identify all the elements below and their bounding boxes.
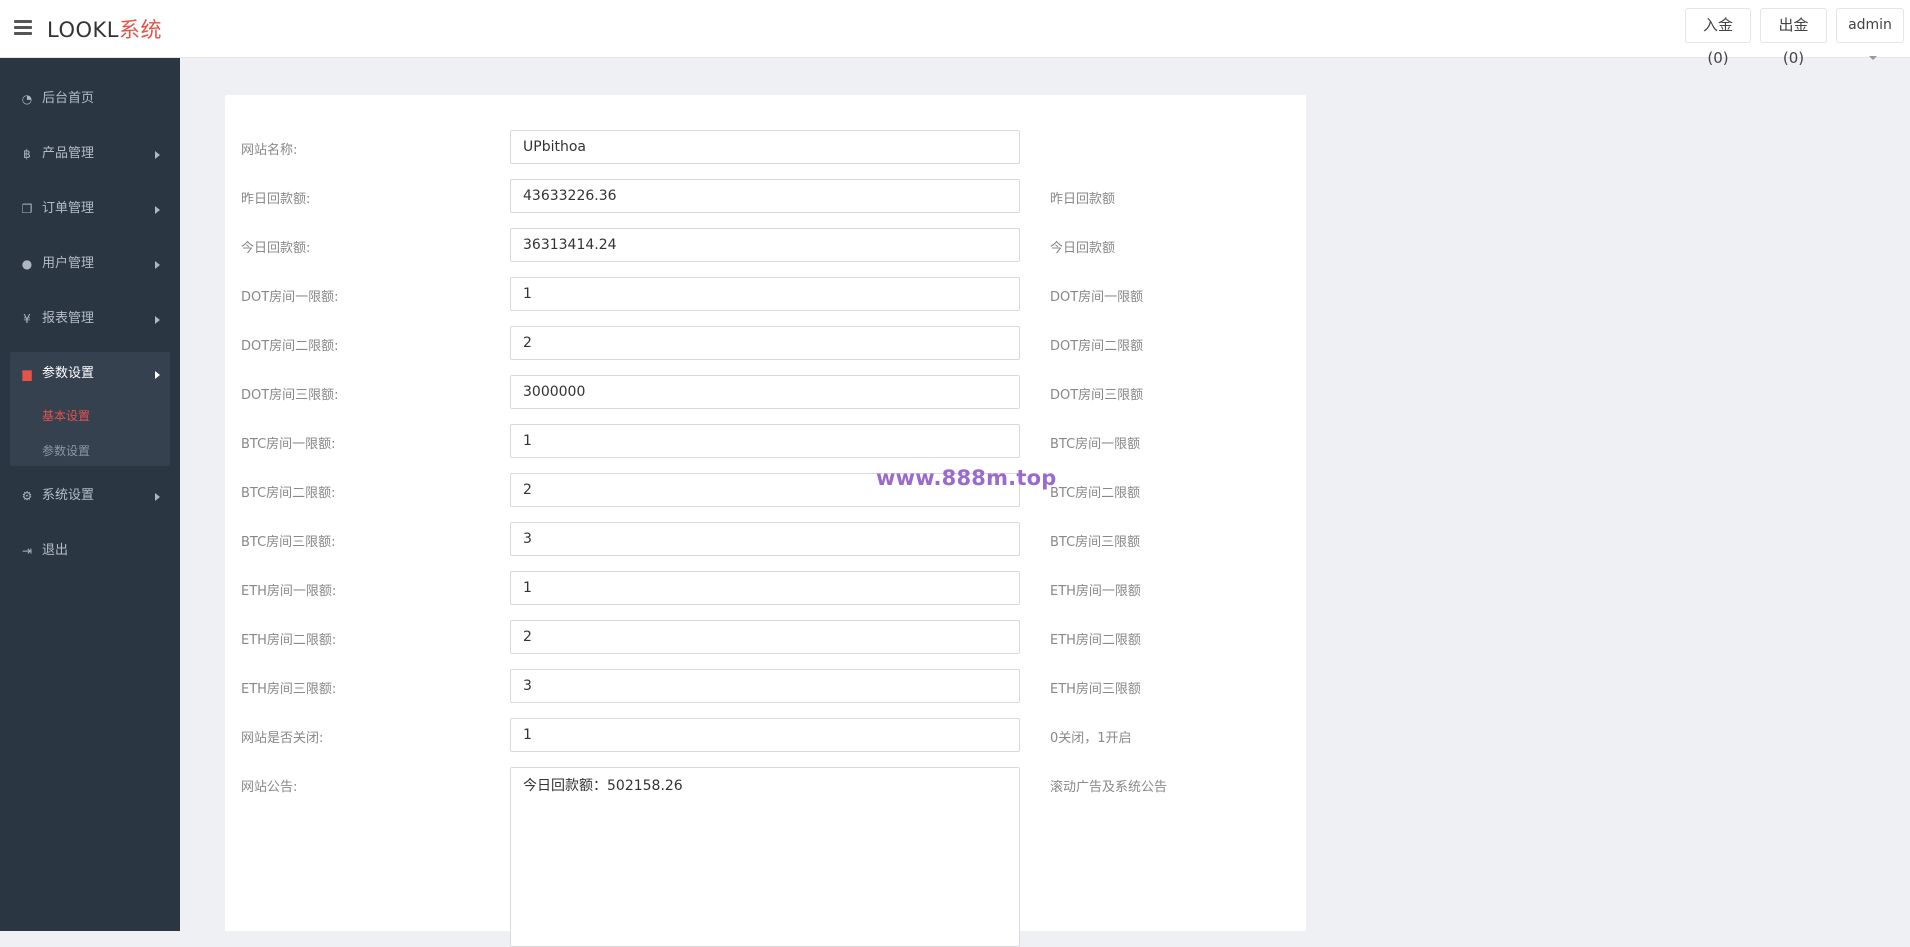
field-label: ETH房间二限额: bbox=[241, 633, 337, 648]
sidebar-item-orders[interactable]: ❐ 订单管理 bbox=[0, 183, 180, 238]
sidebar-item-system[interactable]: ⚙ 系统设置 bbox=[0, 470, 180, 525]
form-row-eth-room-2: ETH房间二限额: ETH房间二限额 bbox=[225, 620, 1306, 655]
user-icon: ● bbox=[21, 257, 33, 271]
sidebar-item-logout[interactable]: ⇥ 退出 bbox=[0, 525, 180, 580]
field-label: 今日回款额: bbox=[241, 241, 311, 256]
yesterday-payback-input[interactable] bbox=[510, 179, 1020, 213]
bitcoin-icon: ฿ bbox=[23, 147, 31, 161]
form-row-eth-room-1: ETH房间一限额: ETH房间一限额 bbox=[225, 571, 1306, 606]
site-notice-textarea[interactable]: 今日回款额：502158.26 bbox=[510, 767, 1020, 947]
btc-room-3-limit-input[interactable] bbox=[510, 522, 1020, 556]
sign-out-icon: ⇥ bbox=[21, 544, 33, 558]
dashboard-icon: ◔ bbox=[21, 92, 33, 106]
yen-icon: ¥ bbox=[23, 312, 31, 326]
top-bar: LOOKL系统 入金(0) 出金(0) admin bbox=[0, 0, 1910, 67]
deposit-button[interactable]: 入金(0) bbox=[1685, 8, 1751, 67]
sidebar-item-label: 产品管理 bbox=[42, 146, 95, 161]
field-hint: 滚动广告及系统公告 bbox=[1050, 780, 1168, 795]
field-label: 网站公告: bbox=[241, 780, 298, 795]
logo-accent-text: 系统 bbox=[118, 18, 162, 42]
eth-room-1-limit-input[interactable] bbox=[510, 571, 1020, 605]
eth-room-2-limit-input[interactable] bbox=[510, 620, 1020, 654]
chevron-right-icon bbox=[155, 371, 160, 379]
site-closed-input[interactable] bbox=[510, 718, 1020, 752]
form-row-site-name: 网站名称: bbox=[225, 130, 1306, 165]
field-hint: BTC房间一限额 bbox=[1050, 437, 1141, 452]
form-row-dot-room-1: DOT房间一限额: DOT房间一限额 bbox=[225, 277, 1306, 312]
files-icon: ▆ bbox=[22, 367, 32, 381]
settings-panel: 网站名称: 昨日回款额: 昨日回款额 今日回款额: 今日回款额 DOT房间一限额… bbox=[225, 95, 1306, 947]
watermark-text: www.888m.top bbox=[876, 466, 1057, 490]
chevron-right-icon bbox=[155, 493, 160, 501]
sidebar-item-label: 退出 bbox=[42, 543, 69, 558]
chevron-right-icon bbox=[155, 151, 160, 159]
sidebar-item-label: 系统设置 bbox=[42, 488, 95, 503]
sidebar-item-label: 参数设置 bbox=[42, 366, 95, 381]
chevron-right-icon bbox=[155, 316, 160, 324]
field-hint: DOT房间一限额 bbox=[1050, 290, 1144, 305]
app-logo: LOOKL系统 bbox=[47, 14, 162, 44]
form-row-dot-room-2: DOT房间二限额: DOT房间二限额 bbox=[225, 326, 1306, 361]
field-hint: 今日回款额 bbox=[1050, 241, 1116, 256]
sidebar-item-reports[interactable]: ¥ 报表管理 bbox=[0, 293, 180, 348]
dot-room-3-limit-input[interactable] bbox=[510, 375, 1020, 409]
form-row-btc-room-3: BTC房间三限额: BTC房间三限额 bbox=[225, 522, 1306, 557]
copy-icon: ❐ bbox=[21, 202, 33, 216]
field-label: DOT房间三限额: bbox=[241, 388, 339, 403]
sidebar-item-label: 订单管理 bbox=[42, 201, 95, 216]
field-label: BTC房间三限额: bbox=[241, 535, 336, 550]
field-hint: DOT房间三限额 bbox=[1050, 388, 1144, 403]
field-label: DOT房间二限额: bbox=[241, 339, 339, 354]
field-label: 网站是否关闭: bbox=[241, 731, 324, 746]
dot-room-2-limit-input[interactable] bbox=[510, 326, 1020, 360]
field-hint: 昨日回款额 bbox=[1050, 192, 1116, 207]
dot-room-1-limit-input[interactable] bbox=[510, 277, 1020, 311]
today-payback-input[interactable] bbox=[510, 228, 1020, 262]
field-label: ETH房间三限额: bbox=[241, 682, 337, 697]
form-row-btc-room-1: BTC房间一限额: BTC房间一限额 bbox=[225, 424, 1306, 459]
form-row-eth-room-3: ETH房间三限额: ETH房间三限额 bbox=[225, 669, 1306, 704]
field-hint: ETH房间一限额 bbox=[1050, 584, 1141, 599]
field-label: DOT房间一限额: bbox=[241, 290, 339, 305]
chevron-right-icon bbox=[155, 261, 160, 269]
field-hint: 0关闭，1开启 bbox=[1050, 731, 1132, 746]
chevron-down-icon bbox=[1868, 56, 1877, 60]
sidebar-item-users[interactable]: ● 用户管理 bbox=[0, 238, 180, 293]
user-name: admin bbox=[1848, 17, 1892, 33]
form-row-site-closed: 网站是否关闭: 0关闭，1开启 bbox=[225, 718, 1306, 753]
form-row-site-notice: 网站公告: 今日回款额：502158.26 滚动广告及系统公告 bbox=[225, 767, 1306, 947]
menu-toggle-icon[interactable] bbox=[14, 20, 32, 36]
form-row-btc-room-2: BTC房间二限额: BTC房间二限额 bbox=[225, 473, 1306, 508]
user-menu-button[interactable]: admin bbox=[1836, 8, 1904, 60]
field-hint: BTC房间三限额 bbox=[1050, 535, 1141, 550]
sidebar-item-products[interactable]: ฿ 产品管理 bbox=[0, 128, 180, 183]
form-row-today-payback: 今日回款额: 今日回款额 bbox=[225, 228, 1306, 263]
field-label: BTC房间一限额: bbox=[241, 437, 336, 452]
field-label: 网站名称: bbox=[241, 143, 298, 158]
sidebar-item-label: 后台首页 bbox=[42, 91, 95, 106]
field-hint: ETH房间三限额 bbox=[1050, 682, 1141, 697]
field-hint: BTC房间二限额 bbox=[1050, 486, 1141, 501]
logo-main-text: LOOKL bbox=[47, 18, 119, 42]
sidebar-item-label: 报表管理 bbox=[42, 311, 95, 326]
eth-room-3-limit-input[interactable] bbox=[510, 669, 1020, 703]
field-hint: DOT房间二限额 bbox=[1050, 339, 1144, 354]
chevron-right-icon bbox=[155, 206, 160, 214]
sub-item-param-settings[interactable]: 参数设置 bbox=[42, 442, 90, 459]
withdraw-button[interactable]: 出金(0) bbox=[1760, 8, 1827, 67]
form-row-yesterday-payback: 昨日回款额: 昨日回款额 bbox=[225, 179, 1306, 214]
btc-room-1-limit-input[interactable] bbox=[510, 424, 1020, 458]
sub-item-basic-settings[interactable]: 基本设置 bbox=[42, 407, 90, 424]
field-hint: ETH房间二限额 bbox=[1050, 633, 1141, 648]
sidebar-item-label: 用户管理 bbox=[42, 256, 95, 271]
field-label: ETH房间一限额: bbox=[241, 584, 337, 599]
sidebar-item-params[interactable]: ▆ 参数设置 bbox=[0, 348, 180, 403]
gears-icon: ⚙ bbox=[21, 489, 33, 503]
field-label: BTC房间二限额: bbox=[241, 486, 336, 501]
site-name-input[interactable] bbox=[510, 130, 1020, 164]
sidebar: ◔ 后台首页 ฿ 产品管理 ❐ 订单管理 ● 用户管理 ¥ 报表管理 ▆ 参数设… bbox=[0, 58, 180, 931]
sidebar-item-home[interactable]: ◔ 后台首页 bbox=[0, 73, 180, 128]
field-label: 昨日回款额: bbox=[241, 192, 311, 207]
form-row-dot-room-3: DOT房间三限额: DOT房间三限额 bbox=[225, 375, 1306, 410]
